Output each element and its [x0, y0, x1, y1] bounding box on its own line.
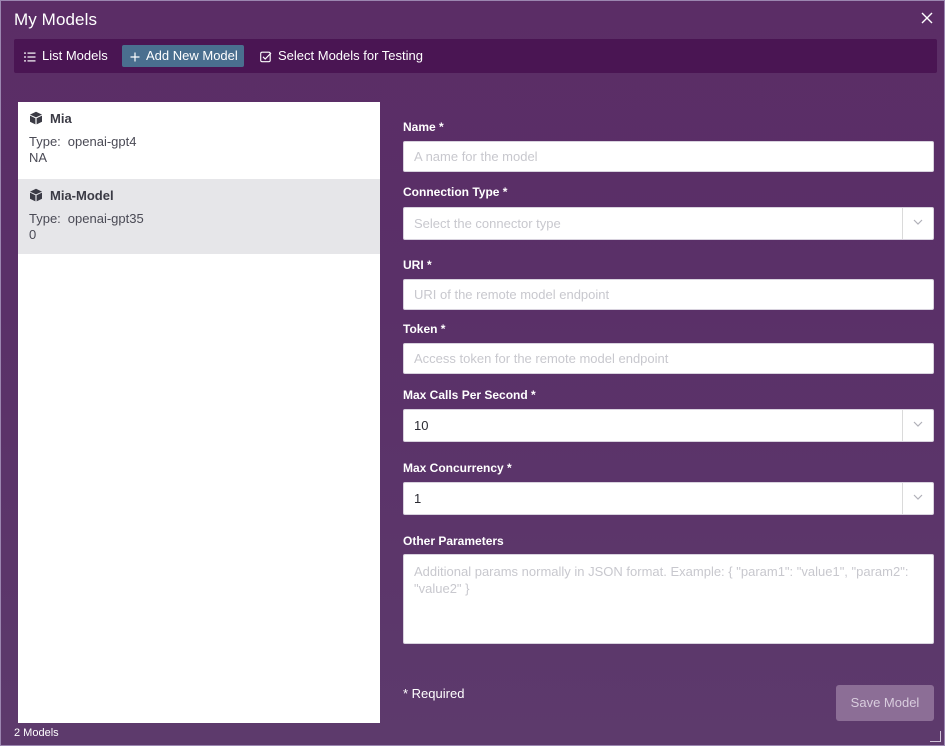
list-item[interactable]: Mia-Model Type: openai-gpt35 0 — [18, 179, 380, 254]
name-field[interactable]: A name for the model — [403, 141, 934, 172]
connection-type-placeholder: Select the connector type — [414, 216, 561, 231]
model-name-row: Mia-Model — [29, 187, 369, 205]
chevron-down-icon — [913, 219, 923, 225]
uri-label: URI * — [403, 258, 432, 272]
max-concurrency-dropdown-toggle[interactable] — [902, 483, 933, 514]
max-concurrency-label: Max Concurrency * — [403, 461, 512, 475]
chevron-down-icon — [913, 494, 923, 500]
model-type-label: Type: — [29, 211, 61, 226]
list-item[interactable]: Mia Type: openai-gpt4 NA — [18, 102, 380, 179]
other-parameters-textarea[interactable]: Additional params normally in JSON forma… — [403, 554, 934, 644]
select-models-for-testing-button[interactable]: Select Models for Testing — [260, 45, 423, 67]
name-label: Name * — [403, 120, 444, 134]
title-bar: My Models — [1, 1, 944, 39]
token-label: Token * — [403, 322, 446, 336]
connection-type-select[interactable]: Select the connector type — [403, 207, 934, 240]
uri-placeholder: URI of the remote model endpoint — [414, 287, 610, 302]
list-icon — [24, 52, 36, 62]
models-list: Mia Type: openai-gpt4 NA Mia-Model Type: o… — [18, 102, 380, 723]
save-model-button[interactable]: Save Model — [836, 685, 934, 721]
model-type: Type: openai-gpt4 — [29, 134, 369, 150]
max-calls-select[interactable]: 10 — [403, 409, 934, 442]
max-calls-dropdown-toggle[interactable] — [902, 410, 933, 441]
select-models-label: Select Models for Testing — [278, 48, 423, 63]
connection-type-label: Connection Type * — [403, 185, 508, 199]
name-placeholder: A name for the model — [414, 149, 538, 164]
model-type: Type: openai-gpt35 — [29, 211, 369, 227]
max-calls-value: 10 — [414, 418, 429, 433]
max-concurrency-select[interactable]: 1 — [403, 482, 934, 515]
model-extra: 0 — [29, 227, 37, 242]
model-type-value: openai-gpt4 — [67, 134, 137, 149]
token-field[interactable]: Access token for the remote model endpoi… — [403, 343, 934, 374]
list-models-label: List Models — [42, 48, 108, 63]
model-name: Mia-Model — [50, 188, 114, 203]
other-parameters-label: Other Parameters — [403, 534, 504, 548]
close-icon[interactable] — [920, 11, 934, 25]
model-name: Mia — [50, 111, 72, 126]
my-models-window: My Models List Models Add New Model Sele… — [0, 0, 945, 746]
uri-field[interactable]: URI of the remote model endpoint — [403, 279, 934, 310]
model-name-row: Mia — [29, 110, 369, 128]
checkbox-icon — [260, 51, 272, 62]
list-models-button[interactable]: List Models — [24, 45, 108, 67]
model-type-label: Type: — [29, 134, 61, 149]
window-title: My Models — [14, 10, 98, 29]
model-type-value: openai-gpt35 — [67, 211, 144, 226]
max-concurrency-value: 1 — [414, 491, 422, 506]
plus-icon — [130, 52, 140, 62]
max-calls-label: Max Calls Per Second * — [403, 388, 536, 402]
toolbar: List Models Add New Model Select Models … — [14, 39, 937, 73]
cube-icon — [30, 188, 42, 202]
other-parameters-placeholder: Additional params normally in JSON forma… — [414, 564, 909, 596]
chevron-down-icon — [913, 421, 923, 427]
required-note: * Required — [403, 686, 465, 701]
resize-handle[interactable] — [930, 731, 941, 742]
add-new-model-button[interactable]: Add New Model — [122, 45, 244, 67]
models-count: 2 Models — [14, 727, 59, 739]
token-placeholder: Access token for the remote model endpoi… — [414, 351, 669, 366]
add-new-model-label: Add New Model — [146, 48, 238, 63]
model-extra: NA — [29, 150, 48, 165]
cube-icon — [30, 111, 42, 125]
connection-type-dropdown-toggle[interactable] — [902, 208, 933, 239]
